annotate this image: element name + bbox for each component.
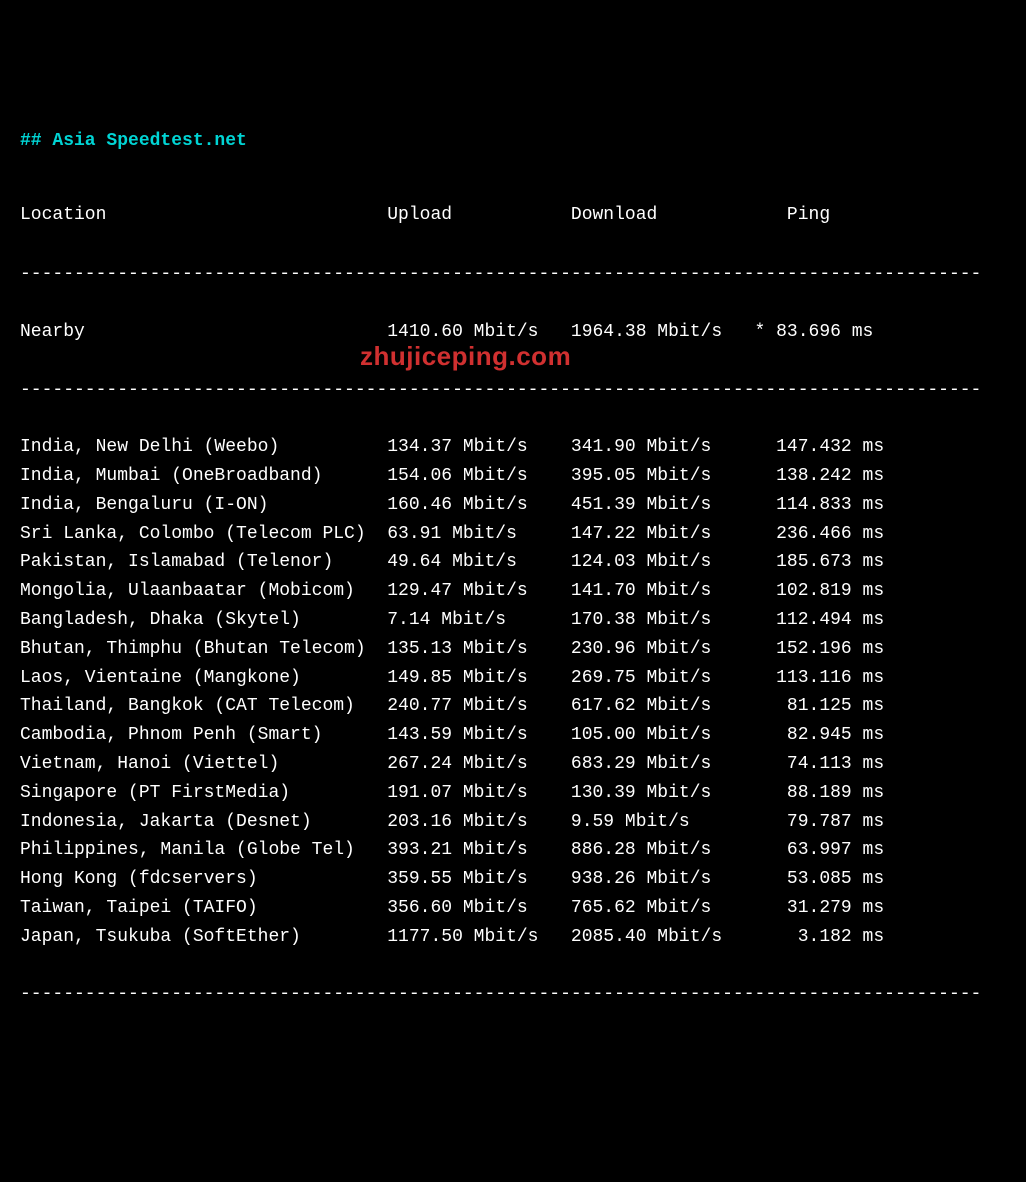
divider-mid: ----------------------------------------… xyxy=(20,376,1006,405)
table-row: Indonesia, Jakarta (Desnet) 203.16 Mbit/… xyxy=(20,808,1006,837)
table-row: Singapore (PT FirstMedia) 191.07 Mbit/s … xyxy=(20,779,1006,808)
table-row: Sri Lanka, Colombo (Telecom PLC) 63.91 M… xyxy=(20,520,1006,549)
table-row: India, Bengaluru (I-ON) 160.46 Mbit/s 45… xyxy=(20,491,1006,520)
table-row: Bangladesh, Dhaka (Skytel) 7.14 Mbit/s 1… xyxy=(20,606,1006,635)
table-row: India, New Delhi (Weebo) 134.37 Mbit/s 3… xyxy=(20,433,1006,462)
table-row: Cambodia, Phnom Penh (Smart) 143.59 Mbit… xyxy=(20,721,1006,750)
table-row: Laos, Vientaine (Mangkone) 149.85 Mbit/s… xyxy=(20,664,1006,693)
table-row: Pakistan, Islamabad (Telenor) 49.64 Mbit… xyxy=(20,548,1006,577)
table-header: Location Upload Download Ping xyxy=(20,201,1006,230)
table-row: Vietnam, Hanoi (Viettel) 267.24 Mbit/s 6… xyxy=(20,750,1006,779)
divider-top: ----------------------------------------… xyxy=(20,260,1006,289)
table-row: Taiwan, Taipei (TAIFO) 356.60 Mbit/s 765… xyxy=(20,894,1006,923)
section-title: ## Asia Speedtest.net xyxy=(20,127,1006,156)
table-row: Japan, Tsukuba (SoftEther) 1177.50 Mbit/… xyxy=(20,923,1006,952)
table-row: Mongolia, Ulaanbaatar (Mobicom) 129.47 M… xyxy=(20,577,1006,606)
nearby-row: Nearby 1410.60 Mbit/s 1964.38 Mbit/s * 8… xyxy=(20,318,1006,347)
table-body: India, New Delhi (Weebo) 134.37 Mbit/s 3… xyxy=(20,433,1006,951)
table-row: Philippines, Manila (Globe Tel) 393.21 M… xyxy=(20,836,1006,865)
table-row: Hong Kong (fdcservers) 359.55 Mbit/s 938… xyxy=(20,865,1006,894)
divider-bottom: ----------------------------------------… xyxy=(20,980,1006,1009)
table-row: Thailand, Bangkok (CAT Telecom) 240.77 M… xyxy=(20,692,1006,721)
table-row: Bhutan, Thimphu (Bhutan Telecom) 135.13 … xyxy=(20,635,1006,664)
table-row: India, Mumbai (OneBroadband) 154.06 Mbit… xyxy=(20,462,1006,491)
